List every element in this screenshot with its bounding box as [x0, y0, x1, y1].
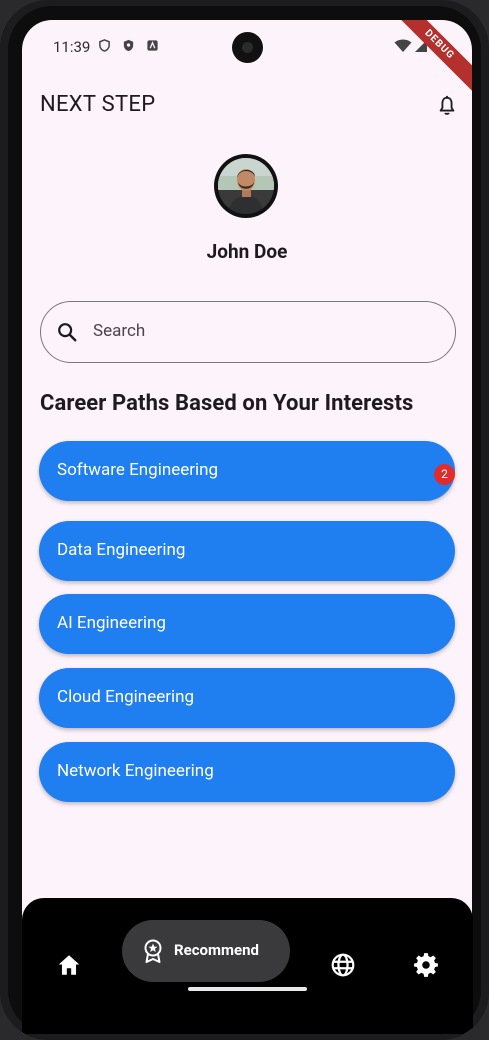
person-photo-icon	[218, 158, 274, 214]
career-path-label: Cloud Engineering	[57, 687, 195, 707]
avatar[interactable]	[214, 154, 278, 218]
globe-icon[interactable]	[330, 952, 356, 978]
career-path-button[interactable]: Data Engineering	[39, 521, 455, 581]
phone-frame: 11:39 DEBUG NEXT STEP John Doe Search Ca…	[0, 0, 489, 1040]
career-path-label: Software Engineering	[57, 460, 219, 480]
app-screen: 11:39 DEBUG NEXT STEP John Doe Search Ca…	[22, 20, 472, 1034]
career-path-button[interactable]: AI Engineering	[39, 594, 455, 654]
profile-name: John Doe	[206, 240, 288, 263]
home-indicator[interactable]	[188, 987, 307, 991]
search-placeholder: Search	[93, 321, 146, 341]
wifi-icon	[394, 39, 412, 52]
app-title: NEXT STEP	[40, 92, 156, 117]
career-path-button[interactable]: Cloud Engineering	[39, 668, 455, 728]
bottom-navigation: Recommend	[22, 898, 473, 1034]
search-icon	[58, 323, 77, 342]
search-input[interactable]: Search	[40, 301, 456, 363]
status-time: 11:39	[53, 38, 91, 56]
notification-badge: 2	[434, 464, 455, 485]
recommend-icon	[144, 939, 162, 963]
career-path-label: Network Engineering	[57, 761, 214, 781]
nav-item-recommend[interactable]: Recommend	[122, 920, 290, 982]
nav-item-label: Recommend	[174, 941, 259, 959]
avatar-photo	[218, 158, 274, 214]
shield-outline-icon	[99, 39, 110, 52]
section-title: Career Paths Based on Your Interests	[40, 391, 414, 416]
career-path-label: Data Engineering	[57, 540, 186, 560]
career-path-label: AI Engineering	[57, 613, 166, 633]
career-path-button[interactable]: Network Engineering	[39, 742, 455, 802]
status-bar: 11:39	[22, 20, 472, 72]
app-notification-icon	[147, 40, 158, 51]
front-camera	[232, 32, 263, 63]
settings-icon[interactable]	[413, 952, 439, 978]
shield-filled-icon	[123, 39, 134, 52]
home-icon[interactable]	[56, 952, 82, 978]
career-path-button[interactable]: Software Engineering 2	[39, 441, 455, 501]
notification-bell-icon[interactable]	[436, 95, 458, 117]
